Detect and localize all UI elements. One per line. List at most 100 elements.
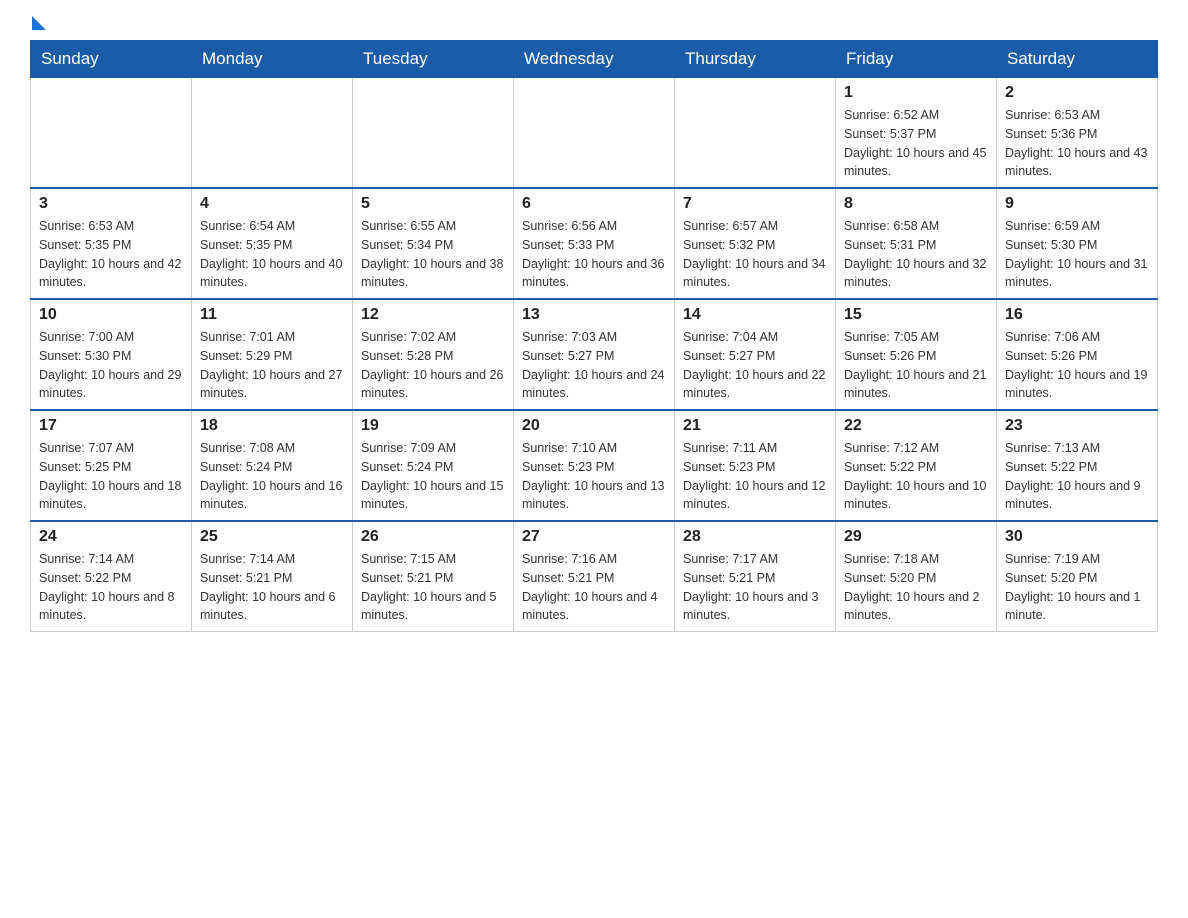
day-number: 26 <box>361 528 505 546</box>
weekday-header-friday: Friday <box>836 41 997 78</box>
day-number: 19 <box>361 417 505 435</box>
calendar-week-3: 10 Sunrise: 7:00 AM Sunset: 5:30 PM Dayli… <box>31 299 1158 410</box>
calendar-cell: 16 Sunrise: 7:06 AM Sunset: 5:26 PM Dayli… <box>997 299 1158 410</box>
day-info: Sunrise: 6:56 AM Sunset: 5:33 PM Dayligh… <box>522 217 666 292</box>
weekday-header-monday: Monday <box>192 41 353 78</box>
day-info: Sunrise: 7:01 AM Sunset: 5:29 PM Dayligh… <box>200 328 344 403</box>
day-number: 27 <box>522 528 666 546</box>
day-info: Sunrise: 7:07 AM Sunset: 5:25 PM Dayligh… <box>39 439 183 514</box>
day-number: 13 <box>522 306 666 324</box>
day-number: 14 <box>683 306 827 324</box>
calendar-cell: 11 Sunrise: 7:01 AM Sunset: 5:29 PM Dayli… <box>192 299 353 410</box>
calendar-cell: 28Sunrise: 7:17 AM Sunset: 5:21 PM Dayli… <box>675 521 836 632</box>
day-number: 23 <box>1005 417 1149 435</box>
day-info: Sunrise: 6:53 AM Sunset: 5:35 PM Dayligh… <box>39 217 183 292</box>
calendar-cell: 10 Sunrise: 7:00 AM Sunset: 5:30 PM Dayli… <box>31 299 192 410</box>
day-info: Sunrise: 7:14 AM Sunset: 5:22 PM Dayligh… <box>39 550 183 625</box>
day-number: 10 <box>39 306 183 324</box>
day-info: Sunrise: 6:58 AM Sunset: 5:31 PM Dayligh… <box>844 217 988 292</box>
calendar-cell: 3 Sunrise: 6:53 AM Sunset: 5:35 PM Daylig… <box>31 188 192 299</box>
calendar-cell <box>353 78 514 189</box>
calendar-table: SundayMondayTuesdayWednesdayThursdayFrid… <box>30 40 1158 632</box>
calendar-cell: 17 Sunrise: 7:07 AM Sunset: 5:25 PM Dayli… <box>31 410 192 521</box>
day-number: 15 <box>844 306 988 324</box>
day-info: Sunrise: 6:52 AM Sunset: 5:37 PM Dayligh… <box>844 106 988 181</box>
day-number: 20 <box>522 417 666 435</box>
day-info: Sunrise: 7:09 AM Sunset: 5:24 PM Dayligh… <box>361 439 505 514</box>
day-number: 5 <box>361 195 505 213</box>
calendar-cell: 4Sunrise: 6:54 AM Sunset: 5:35 PM Daylig… <box>192 188 353 299</box>
day-info: Sunrise: 7:02 AM Sunset: 5:28 PM Dayligh… <box>361 328 505 403</box>
day-info: Sunrise: 7:15 AM Sunset: 5:21 PM Dayligh… <box>361 550 505 625</box>
calendar-cell: 15 Sunrise: 7:05 AM Sunset: 5:26 PM Dayli… <box>836 299 997 410</box>
day-info: Sunrise: 7:08 AM Sunset: 5:24 PM Dayligh… <box>200 439 344 514</box>
day-info: Sunrise: 7:05 AM Sunset: 5:26 PM Dayligh… <box>844 328 988 403</box>
day-number: 29 <box>844 528 988 546</box>
calendar-cell: 27 Sunrise: 7:16 AM Sunset: 5:21 PM Dayli… <box>514 521 675 632</box>
day-number: 24 <box>39 528 183 546</box>
day-info: Sunrise: 7:06 AM Sunset: 5:26 PM Dayligh… <box>1005 328 1149 403</box>
calendar-cell <box>675 78 836 189</box>
calendar-week-2: 3 Sunrise: 6:53 AM Sunset: 5:35 PM Daylig… <box>31 188 1158 299</box>
calendar-cell: 21Sunrise: 7:11 AM Sunset: 5:23 PM Dayli… <box>675 410 836 521</box>
day-info: Sunrise: 7:04 AM Sunset: 5:27 PM Dayligh… <box>683 328 827 403</box>
day-number: 2 <box>1005 84 1149 102</box>
day-number: 8 <box>844 195 988 213</box>
day-number: 7 <box>683 195 827 213</box>
weekday-header-row: SundayMondayTuesdayWednesdayThursdayFrid… <box>31 41 1158 78</box>
calendar-cell: 22 Sunrise: 7:12 AM Sunset: 5:22 PM Dayli… <box>836 410 997 521</box>
calendar-cell <box>192 78 353 189</box>
day-number: 18 <box>200 417 344 435</box>
calendar-cell: 12 Sunrise: 7:02 AM Sunset: 5:28 PM Dayli… <box>353 299 514 410</box>
day-number: 17 <box>39 417 183 435</box>
day-info: Sunrise: 7:16 AM Sunset: 5:21 PM Dayligh… <box>522 550 666 625</box>
weekday-header-thursday: Thursday <box>675 41 836 78</box>
calendar-week-5: 24 Sunrise: 7:14 AM Sunset: 5:22 PM Dayli… <box>31 521 1158 632</box>
calendar-cell: 1 Sunrise: 6:52 AM Sunset: 5:37 PM Daylig… <box>836 78 997 189</box>
logo-triangle-icon <box>32 16 46 30</box>
day-number: 12 <box>361 306 505 324</box>
calendar-cell: 13 Sunrise: 7:03 AM Sunset: 5:27 PM Dayli… <box>514 299 675 410</box>
day-info: Sunrise: 7:13 AM Sunset: 5:22 PM Dayligh… <box>1005 439 1149 514</box>
calendar-cell: 5Sunrise: 6:55 AM Sunset: 5:34 PM Daylig… <box>353 188 514 299</box>
weekday-header-tuesday: Tuesday <box>353 41 514 78</box>
calendar-cell: 9 Sunrise: 6:59 AM Sunset: 5:30 PM Daylig… <box>997 188 1158 299</box>
day-info: Sunrise: 7:19 AM Sunset: 5:20 PM Dayligh… <box>1005 550 1149 625</box>
weekday-header-sunday: Sunday <box>31 41 192 78</box>
weekday-header-saturday: Saturday <box>997 41 1158 78</box>
calendar-cell: 6 Sunrise: 6:56 AM Sunset: 5:33 PM Daylig… <box>514 188 675 299</box>
calendar-cell <box>514 78 675 189</box>
calendar-cell: 2 Sunrise: 6:53 AM Sunset: 5:36 PM Daylig… <box>997 78 1158 189</box>
day-info: Sunrise: 7:12 AM Sunset: 5:22 PM Dayligh… <box>844 439 988 514</box>
day-info: Sunrise: 7:03 AM Sunset: 5:27 PM Dayligh… <box>522 328 666 403</box>
calendar-cell: 8 Sunrise: 6:58 AM Sunset: 5:31 PM Daylig… <box>836 188 997 299</box>
calendar-cell: 7 Sunrise: 6:57 AM Sunset: 5:32 PM Daylig… <box>675 188 836 299</box>
day-number: 16 <box>1005 306 1149 324</box>
day-number: 3 <box>39 195 183 213</box>
day-info: Sunrise: 6:53 AM Sunset: 5:36 PM Dayligh… <box>1005 106 1149 181</box>
day-info: Sunrise: 7:18 AM Sunset: 5:20 PM Dayligh… <box>844 550 988 625</box>
day-number: 30 <box>1005 528 1149 546</box>
calendar-cell: 14 Sunrise: 7:04 AM Sunset: 5:27 PM Dayli… <box>675 299 836 410</box>
day-number: 22 <box>844 417 988 435</box>
calendar-cell <box>31 78 192 189</box>
weekday-header-wednesday: Wednesday <box>514 41 675 78</box>
day-info: Sunrise: 7:10 AM Sunset: 5:23 PM Dayligh… <box>522 439 666 514</box>
day-number: 25 <box>200 528 344 546</box>
day-info: Sunrise: 7:00 AM Sunset: 5:30 PM Dayligh… <box>39 328 183 403</box>
calendar-cell: 20 Sunrise: 7:10 AM Sunset: 5:23 PM Dayli… <box>514 410 675 521</box>
calendar-week-4: 17 Sunrise: 7:07 AM Sunset: 5:25 PM Dayli… <box>31 410 1158 521</box>
day-number: 6 <box>522 195 666 213</box>
day-number: 9 <box>1005 195 1149 213</box>
day-info: Sunrise: 7:11 AM Sunset: 5:23 PM Dayligh… <box>683 439 827 514</box>
day-info: Sunrise: 6:57 AM Sunset: 5:32 PM Dayligh… <box>683 217 827 292</box>
calendar-cell: 30 Sunrise: 7:19 AM Sunset: 5:20 PM Dayli… <box>997 521 1158 632</box>
calendar-cell: 23 Sunrise: 7:13 AM Sunset: 5:22 PM Dayli… <box>997 410 1158 521</box>
day-number: 11 <box>200 306 344 324</box>
day-info: Sunrise: 6:54 AM Sunset: 5:35 PM Dayligh… <box>200 217 344 292</box>
page-header <box>30 20 1158 30</box>
day-number: 28 <box>683 528 827 546</box>
calendar-cell: 25Sunrise: 7:14 AM Sunset: 5:21 PM Dayli… <box>192 521 353 632</box>
day-info: Sunrise: 6:59 AM Sunset: 5:30 PM Dayligh… <box>1005 217 1149 292</box>
day-number: 1 <box>844 84 988 102</box>
